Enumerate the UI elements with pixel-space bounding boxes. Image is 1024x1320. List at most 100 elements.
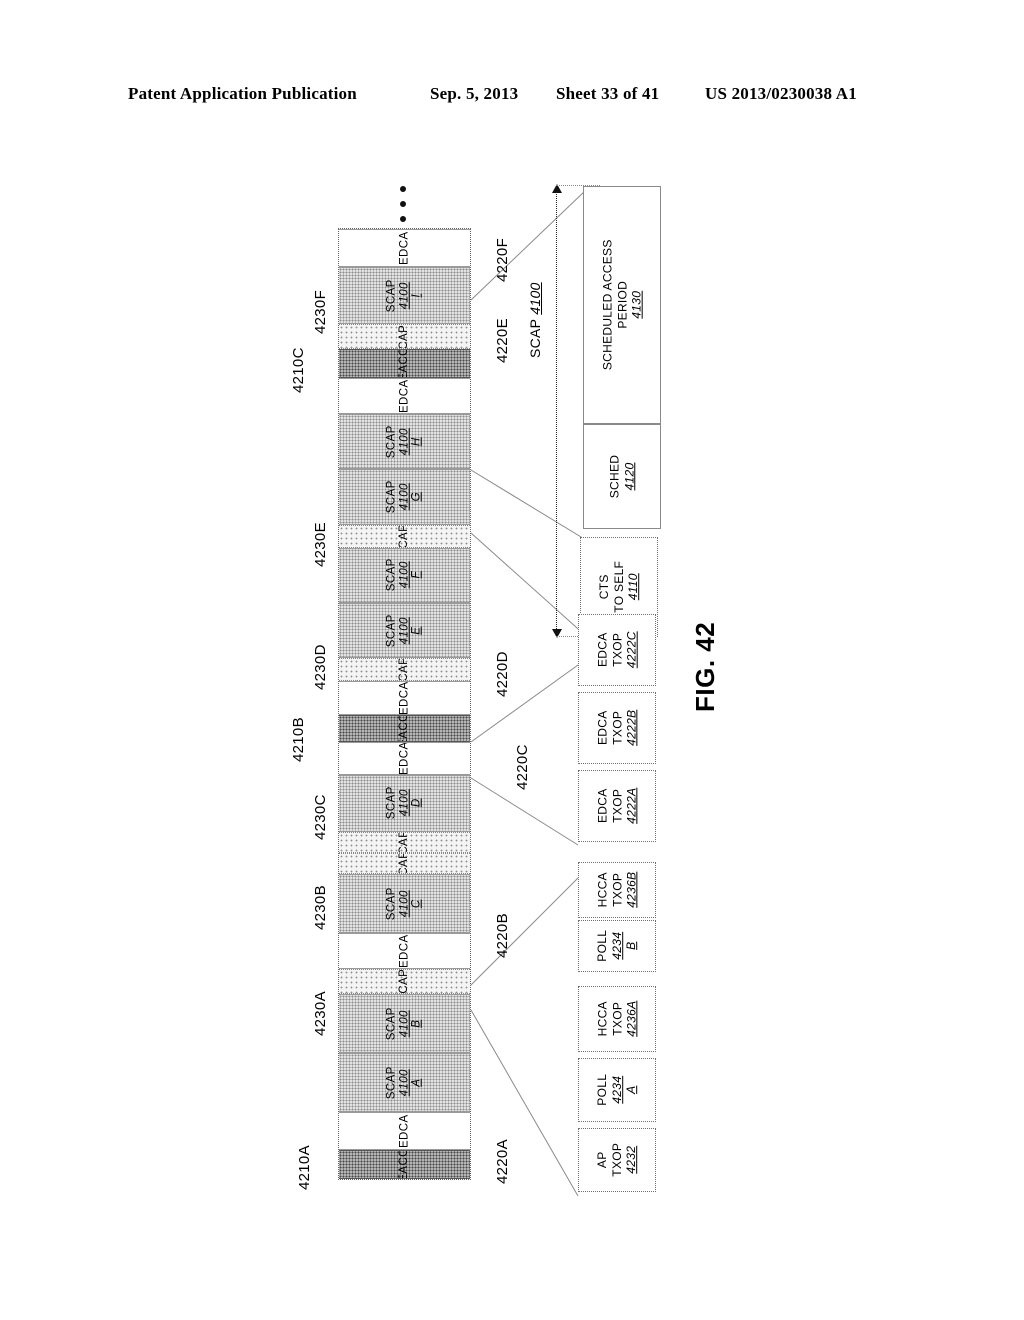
cts-line1: CTS <box>597 574 612 600</box>
block-suffix: F <box>410 571 423 579</box>
edca-line2: TXOP <box>609 711 624 745</box>
timeline-block-edca: EDCA <box>339 681 470 716</box>
figure-42: BEACON EDCA SCAP 4100 A SCAP 4100 B CAP EDCA SCAP 4… <box>0 0 1024 1320</box>
timeline-block-edca: EDCA <box>339 742 470 775</box>
edca-line1: EDCA <box>595 788 610 824</box>
block-line1: SCAP <box>385 558 398 592</box>
cap-sub-box-4236A: HCCA TXOP 4236A <box>578 986 656 1052</box>
scap-span-arrow <box>552 184 562 638</box>
cap-line1: POLL <box>595 1074 610 1106</box>
edca-txop-box-4222C: EDCA TXOP 4222C <box>578 614 656 686</box>
block-line1: BEACON <box>398 349 411 378</box>
edca-line1: EDCA <box>595 632 610 668</box>
cts-line2: TO SELF <box>611 561 626 613</box>
cap-line2: TXOP <box>609 1143 624 1177</box>
timeline-block-cap: CAP <box>339 658 470 682</box>
timeline-block-beacon: BEACON <box>339 715 470 743</box>
block-line1: SCAP <box>385 614 398 647</box>
block-line1: EDCA <box>398 742 411 775</box>
timeline-block-scap: SCAP 4100 A <box>339 1053 470 1113</box>
ref-numeral-4210A: 4210A <box>296 1145 313 1190</box>
timeline-block-cap: CAP <box>339 831 470 853</box>
block-suffix: C <box>410 899 423 908</box>
block-line1: EDCA <box>398 681 411 716</box>
block-ref: 4100 <box>398 282 411 310</box>
block-line1: SCAP <box>385 480 398 514</box>
block-ref: 4100 <box>398 561 411 589</box>
continuation-dots-icon <box>400 186 406 231</box>
superframe-timeline: BEACON EDCA SCAP 4100 A SCAP 4100 B CAP EDCA SCAP 4… <box>338 228 471 1180</box>
block-line1: SCAP <box>385 279 398 313</box>
edca-line1: EDCA <box>595 710 610 746</box>
block-line1: BEACON <box>398 1150 411 1179</box>
ref-numeral-4210B: 4210B <box>290 717 307 762</box>
block-suffix: A <box>410 1078 423 1087</box>
timeline-block-beacon: BEACON <box>339 349 470 378</box>
block-ref: 4100 <box>398 428 411 456</box>
timeline-block-beacon: BEACON <box>339 1150 470 1179</box>
timeline-block-scap: SCAP 4100 E <box>339 602 470 659</box>
ref-numeral-4210C: 4210C <box>290 347 307 393</box>
scheduled-access-period-box: SCHEDULED ACCESS PERIOD 4130 <box>583 186 661 424</box>
block-line1: CAP <box>398 658 411 682</box>
block-ref: 4100 <box>398 616 411 645</box>
ref-numeral-4220E: 4220E <box>494 318 511 363</box>
block-line1: EDCA <box>398 231 411 265</box>
block-line1: EDCA <box>398 1114 411 1149</box>
ref-numeral-4230C: 4230C <box>312 794 329 840</box>
ref-numeral-4220C: 4220C <box>514 744 531 790</box>
edca-line2: TXOP <box>609 633 624 667</box>
edca-txop-box-4222B: EDCA TXOP 4222B <box>578 692 656 764</box>
ref-numeral-4220F: 4220F <box>494 237 511 282</box>
block-suffix: D <box>410 798 423 808</box>
cap-line1: POLL <box>595 930 610 962</box>
block-line1: CAP <box>398 852 411 874</box>
sap-line2: PERIOD <box>614 281 629 329</box>
timeline-block-scap: SCAP 4100 F <box>339 547 470 603</box>
block-ref: 4100 <box>398 1069 411 1097</box>
cap-ref: 4234 <box>609 932 624 960</box>
block-line1: CAP <box>398 324 411 350</box>
cap-ref: 4236A <box>624 1000 639 1038</box>
ref-numeral-4230E: 4230E <box>312 522 329 567</box>
cap-sub-box-4234B: POLL 4234 B <box>578 920 656 972</box>
cap-line2: TXOP <box>609 873 624 907</box>
cap-line1: AP <box>595 1151 610 1169</box>
ref-numeral-4230A: 4230A <box>312 991 329 1036</box>
cap-sub: B <box>624 941 639 951</box>
timeline-block-edca: EDCA <box>339 1112 470 1151</box>
timeline-block-scap: SCAP 4100 I <box>339 267 470 325</box>
cap-line2: TXOP <box>609 1002 624 1036</box>
edca-txop-box-4222A: EDCA TXOP 4222A <box>578 770 656 842</box>
ref-numeral-4230D: 4230D <box>312 644 329 690</box>
edca-line2: TXOP <box>609 789 624 823</box>
block-suffix: G <box>410 492 423 502</box>
block-suffix: E <box>410 626 423 635</box>
block-line1: SCAP <box>385 786 398 820</box>
timeline-block-cap: CAP <box>339 324 470 350</box>
block-line1: CAP <box>398 524 411 548</box>
cap-ref: 4236B <box>624 871 639 909</box>
cap-sub: A <box>624 1085 639 1095</box>
ref-numeral-4220A: 4220A <box>494 1139 511 1184</box>
timeline-block-scap: SCAP 4100 H <box>339 414 470 470</box>
timeline-block-scap: SCAP 4100 D <box>339 774 470 832</box>
cap-line1: HCCA <box>595 872 610 908</box>
cap-ref: 4232 <box>624 1146 639 1174</box>
block-line1: EDCA <box>398 934 411 968</box>
sap-line1: SCHEDULED ACCESS <box>600 239 615 371</box>
ref-numeral-4230F: 4230F <box>312 289 329 334</box>
timeline-block-cap: CAP <box>339 969 470 995</box>
scap-span-label-text: SCAP <box>527 318 543 358</box>
block-suffix: H <box>410 437 423 447</box>
block-ref: 4100 <box>398 483 411 511</box>
block-line1: CAP <box>398 831 411 853</box>
edca-ref: 4222A <box>624 787 639 825</box>
figure-caption: FIG. 42 <box>690 621 720 712</box>
sap-ref: 4130 <box>629 291 644 319</box>
edca-ref: 4222B <box>624 709 639 747</box>
sched-ref: 4120 <box>621 462 636 491</box>
timeline-block-edca: EDCA <box>339 932 470 970</box>
leader-lines <box>470 189 587 1197</box>
cts-ref: 4110 <box>626 573 641 601</box>
